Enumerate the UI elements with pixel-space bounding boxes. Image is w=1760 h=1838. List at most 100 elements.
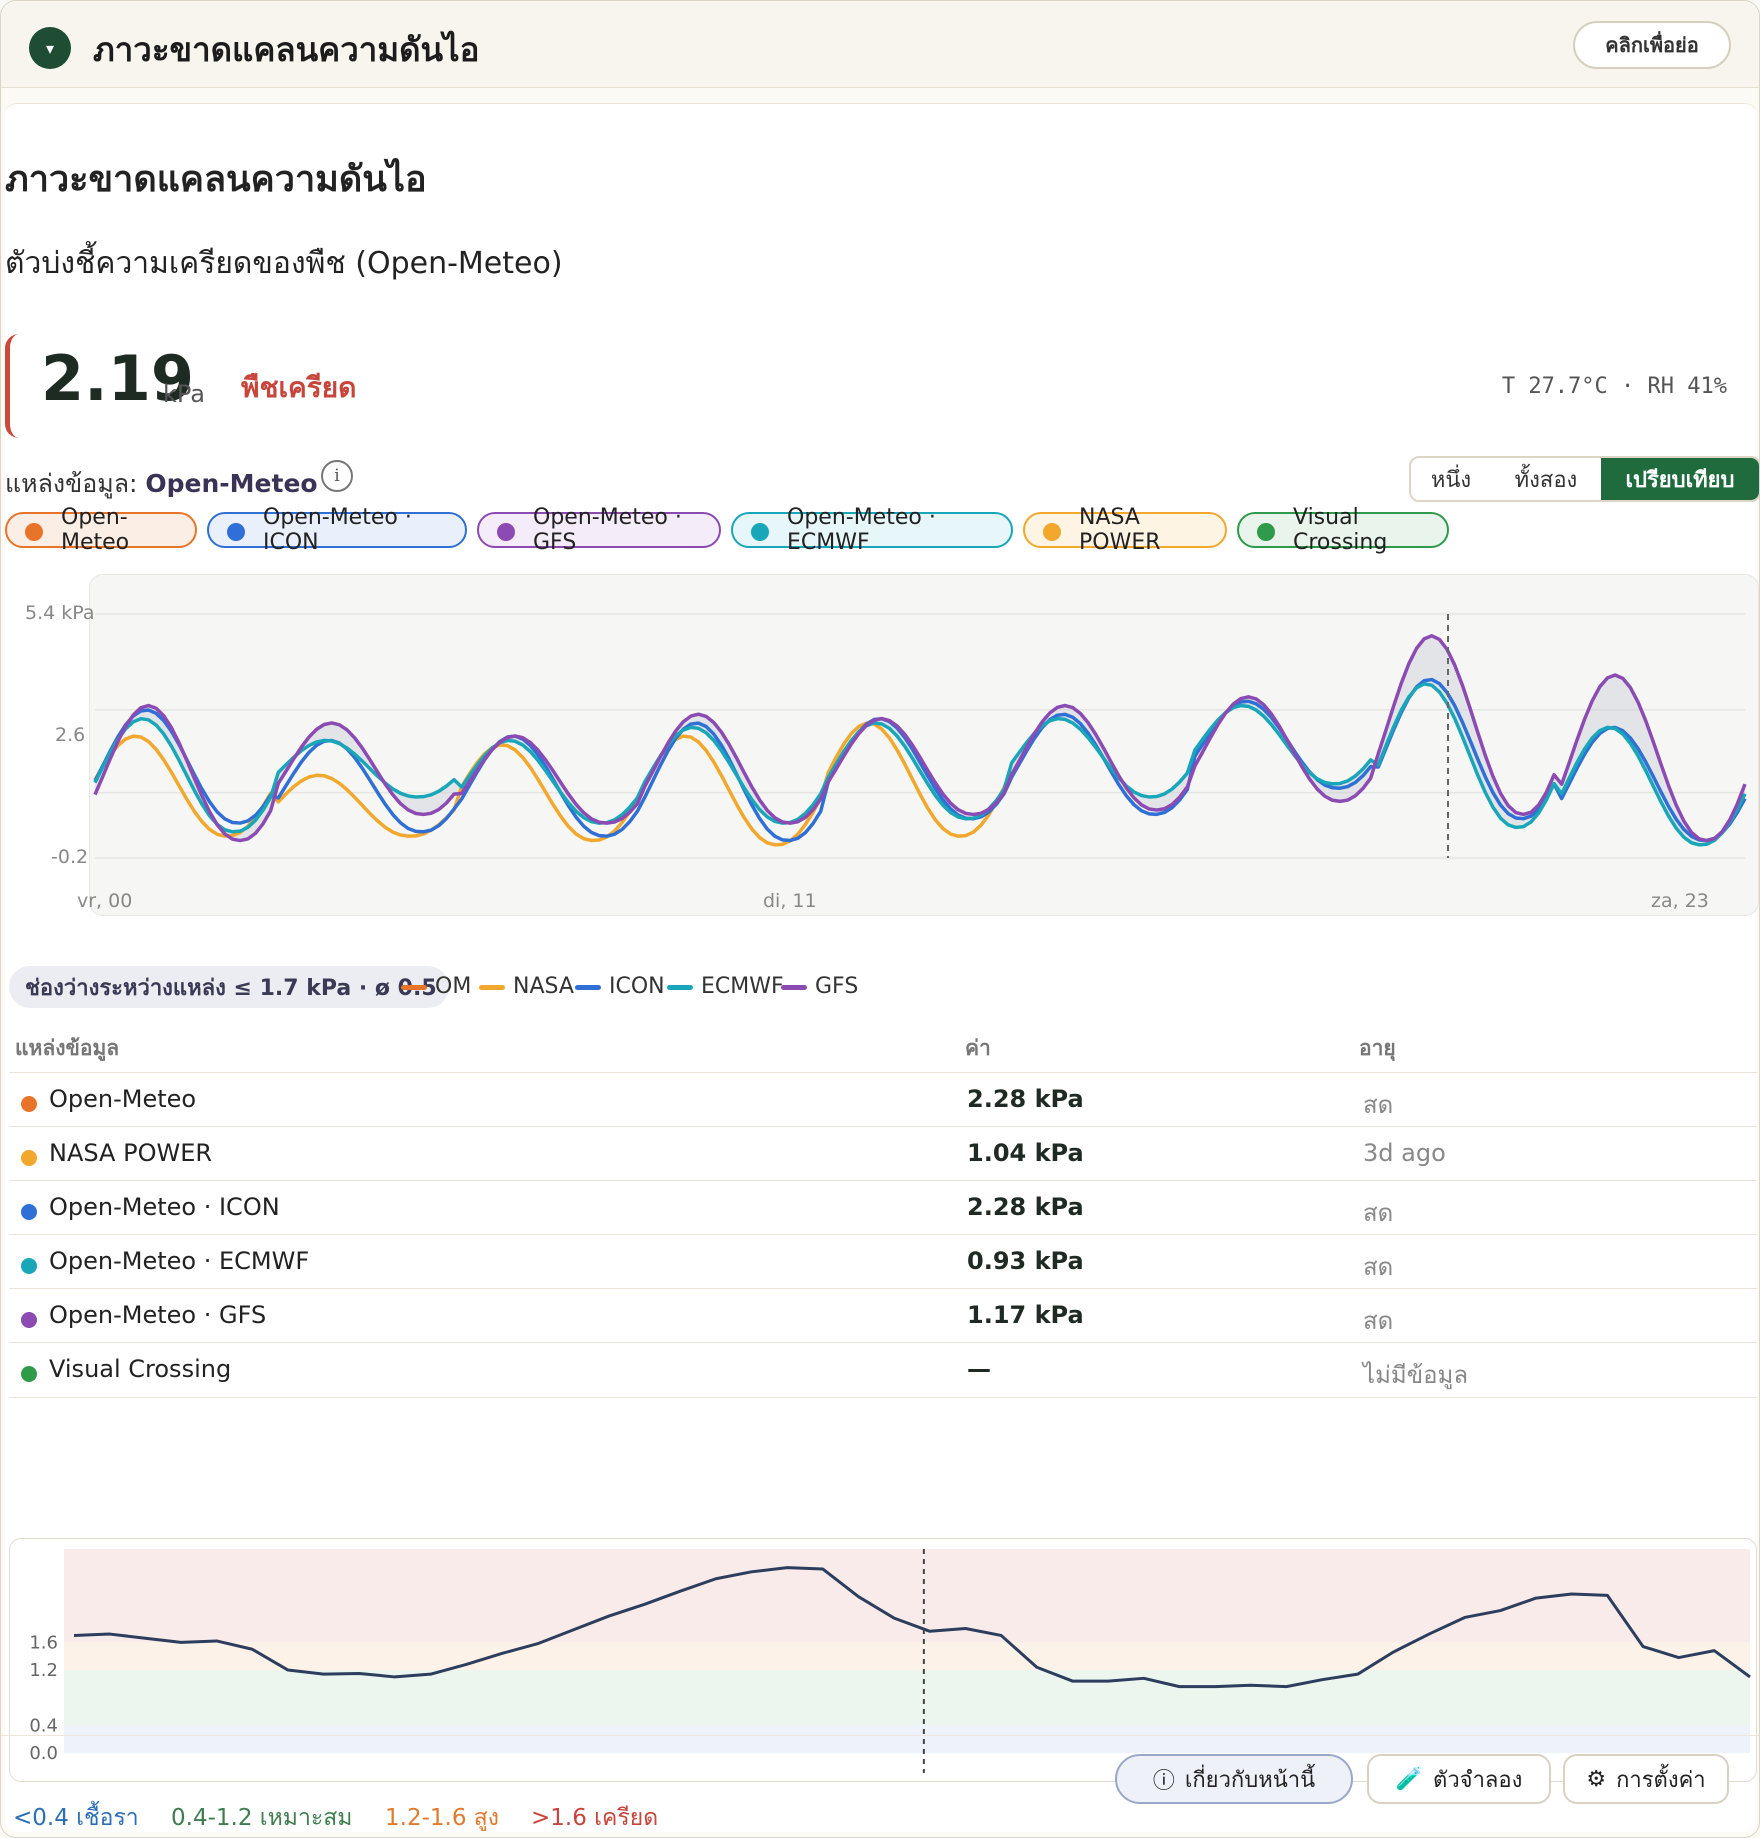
legend-label: ECMWF <box>701 974 784 999</box>
chip-open-meteo-icon[interactable]: Open-Meteo · ICON <box>207 505 467 555</box>
row-source: Open-Meteo · ECMWF <box>49 1247 310 1275</box>
row-source: Visual Crossing <box>49 1355 232 1383</box>
x-tick-label: za, 23 <box>1651 890 1709 912</box>
test-tube-icon: 🧪 <box>1395 1766 1424 1792</box>
current-vpd-unit: kPa <box>163 380 205 408</box>
chip-label: Open-Meteo <box>61 505 130 555</box>
comparison-chart[interactable] <box>5 570 1757 920</box>
about-page-button[interactable]: ⓘ เกี่ยวกับหน้านี้ <box>1115 1754 1353 1804</box>
panel-subtitle: ตัวบ่งชี้ความเครียดของพืช (Open-Meteo) <box>5 246 563 281</box>
settings-button[interactable]: ⚙ การตั้งค่า <box>1563 1754 1729 1804</box>
chip-color-dot <box>497 523 515 541</box>
row-age: สด <box>1363 1307 1394 1335</box>
chip-label: NASA POWER <box>1079 505 1161 555</box>
zone-y-tick: 1.2 <box>29 1660 58 1681</box>
legend-icon: ICON <box>575 974 665 999</box>
mode-compare-button[interactable]: เปรียบเทียบ <box>1601 458 1759 500</box>
simulator-button[interactable]: 🧪 ตัวจำลอง <box>1367 1754 1551 1804</box>
zone-band <box>64 1549 1750 1643</box>
legend-label: GFS <box>815 974 859 999</box>
chip-open-meteo-gfs[interactable]: Open-Meteo · GFS <box>477 505 721 555</box>
status-badge: พืชเครียด <box>241 371 357 404</box>
row-color-dot <box>21 1096 37 1112</box>
row-color-dot <box>21 1366 37 1382</box>
legend-ecmwf: ECMWF <box>667 974 784 999</box>
temp-humidity-readout: T 27.7°C · RH 41% <box>1501 374 1727 399</box>
legend-om: OM <box>401 974 471 999</box>
zone-y-tick: 0.4 <box>29 1715 58 1736</box>
chip-open-meteo[interactable]: Open-Meteo <box>5 505 197 555</box>
simulator-label: ตัวจำลอง <box>1433 1767 1523 1793</box>
table-row: Open-Meteo 2.28 kPa สด <box>9 1072 1757 1127</box>
status-accent-bar <box>5 334 20 438</box>
info-circle-icon: ⓘ <box>1152 1769 1175 1794</box>
y-tick-label: 2.6 <box>55 724 86 746</box>
chip-nasa-power[interactable]: NASA POWER <box>1023 505 1227 555</box>
table-row: NASA POWER 1.04 kPa 3d ago <box>9 1126 1757 1181</box>
widget-frame: ▾ ภาวะขาดแคลนความดันไอ คลิกเพื่อย่อ ภาวะ… <box>0 0 1760 1838</box>
zone-band <box>64 1642 1750 1671</box>
legend-gfs: GFS <box>781 974 858 999</box>
row-color-dot <box>21 1312 37 1328</box>
legend-swatch <box>401 984 427 990</box>
table-header-age: อายุ <box>1359 1036 1396 1060</box>
row-color-dot <box>21 1204 37 1220</box>
chip-label: Open-Meteo · GFS <box>533 505 682 555</box>
x-tick-label: vr, 00 <box>77 890 133 912</box>
widget-header[interactable]: ▾ ภาวะขาดแคลนความดันไอ คลิกเพื่อย่อ <box>1 1 1759 88</box>
row-age: สด <box>1363 1253 1394 1281</box>
table-row: Visual Crossing — ไม่มีข้อมูล <box>9 1342 1757 1398</box>
legend-swatch <box>781 984 807 990</box>
row-value: 0.93 kPa <box>967 1247 1084 1275</box>
row-value: 1.04 kPa <box>967 1139 1084 1167</box>
row-value: 2.28 kPa <box>967 1193 1084 1221</box>
y-tick-label: 5.4 kPa <box>25 602 95 624</box>
row-color-dot <box>21 1150 37 1166</box>
chip-color-dot <box>25 523 43 541</box>
panel-title: ภาวะขาดแคลนความดันไอ <box>5 159 427 200</box>
view-mode-toggle: หนึ่ง ทั้งสอง เปรียบเทียบ <box>1409 456 1759 502</box>
chip-open-meteo-ecmwf[interactable]: Open-Meteo · ECMWF <box>731 505 1013 555</box>
settings-label: การตั้งค่า <box>1616 1767 1706 1793</box>
source-prefix: แหล่งข้อมูล: <box>5 469 138 498</box>
source-name: Open-Meteo <box>145 469 318 498</box>
row-source: Open-Meteo · GFS <box>49 1301 267 1329</box>
chip-color-dot <box>227 523 245 541</box>
row-value: 2.28 kPa <box>967 1085 1084 1113</box>
row-color-dot <box>21 1258 37 1274</box>
legend-nasa: NASA <box>479 974 574 999</box>
vpd-card: ภาวะขาดแคลนความดันไอ ตัวบ่งชี้ความเครียด… <box>5 103 1759 1832</box>
zone-band <box>64 1670 1750 1726</box>
source-label: แหล่งข้อมูล: Open-Meteo <box>5 464 318 504</box>
chip-label: Open-Meteo · ICON <box>263 505 412 555</box>
mode-single-button[interactable]: หนึ่ง <box>1411 458 1491 500</box>
chip-visual-crossing[interactable]: Visual Crossing <box>1237 505 1449 555</box>
collapse-button[interactable]: คลิกเพื่อย่อ <box>1573 21 1731 69</box>
row-age: สด <box>1363 1091 1394 1119</box>
gear-icon: ⚙ <box>1586 1766 1607 1792</box>
row-age: ไม่มีข้อมูล <box>1363 1361 1469 1389</box>
chip-label: Open-Meteo · ECMWF <box>787 505 936 555</box>
table-header-source: แหล่งข้อมูล <box>15 1036 120 1060</box>
row-value: 1.17 kPa <box>967 1301 1084 1329</box>
row-age: 3d ago <box>1363 1139 1446 1167</box>
y-tick-label: -0.2 <box>51 846 89 868</box>
info-icon[interactable]: i <box>321 460 353 492</box>
chip-color-dot <box>751 523 769 541</box>
row-value: — <box>967 1355 991 1383</box>
chip-color-dot <box>1257 523 1275 541</box>
x-tick-label: di, 11 <box>763 890 817 912</box>
zone-y-tick: 1.6 <box>29 1632 58 1653</box>
chip-label: Visual Crossing <box>1293 505 1388 555</box>
legend-label: OM <box>435 974 472 999</box>
legend-swatch <box>479 984 505 990</box>
footer-bar: ⓘ เกี่ยวกับหน้านี้ 🧪 ตัวจำลอง ⚙ การตั้งค… <box>1 1735 1759 1836</box>
collapse-chevron-icon[interactable]: ▾ <box>29 27 71 69</box>
about-page-label: เกี่ยวกับหน้านี้ <box>1184 1767 1316 1793</box>
mode-both-button[interactable]: ทั้งสอง <box>1491 458 1601 500</box>
legend-swatch <box>667 984 693 990</box>
row-age: สด <box>1363 1199 1394 1227</box>
row-source: Open-Meteo · ICON <box>49 1193 280 1221</box>
table-row: Open-Meteo · ECMWF 0.93 kPa สด <box>9 1234 1757 1289</box>
table-row: Open-Meteo · GFS 1.17 kPa สด <box>9 1288 1757 1343</box>
